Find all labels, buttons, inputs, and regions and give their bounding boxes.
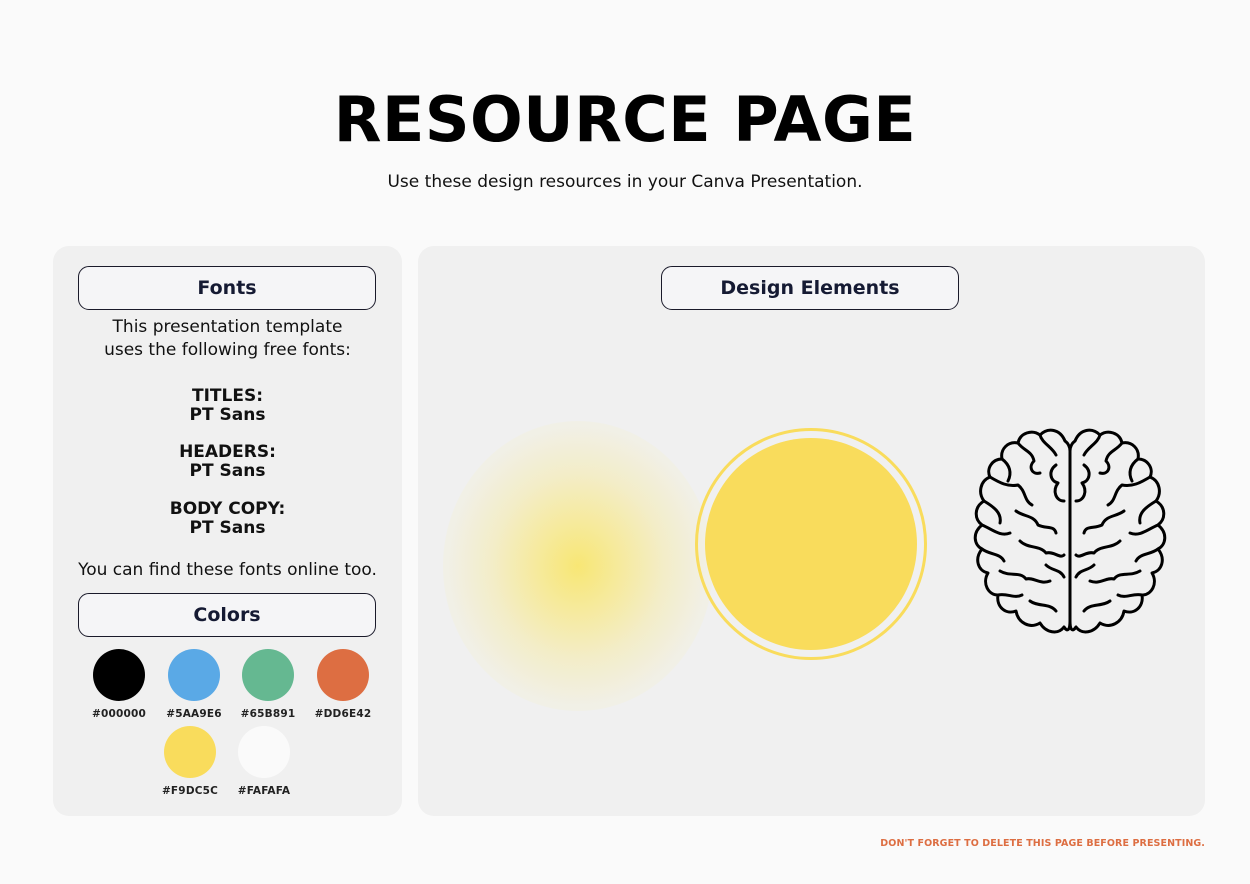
fonts-outro: You can find these fonts online too. bbox=[78, 560, 377, 580]
color-code: #F9DC5C bbox=[161, 785, 219, 797]
font-entry-label: BODY COPY: bbox=[169, 499, 286, 519]
yellow-glow-element bbox=[443, 421, 713, 711]
color-code: #000000 bbox=[91, 708, 147, 720]
color-circle bbox=[168, 649, 220, 701]
color-swatch: #FAFAFA bbox=[224, 726, 304, 797]
fonts-intro: This presentation template uses the foll… bbox=[53, 316, 402, 362]
color-circle bbox=[238, 726, 290, 778]
font-entry-titles: TITLES: PT Sans bbox=[53, 387, 402, 425]
color-code: #65B891 bbox=[240, 708, 296, 720]
font-entry-headers: HEADERS: PT Sans bbox=[53, 443, 402, 481]
fonts-header: Fonts bbox=[78, 266, 376, 310]
color-code: #FAFAFA bbox=[237, 785, 291, 797]
font-entry-body-copy: BODY COPY: PT Sans bbox=[53, 500, 402, 538]
page-title: RESOURCE PAGE bbox=[333, 83, 917, 156]
brain-icon bbox=[973, 428, 1167, 634]
color-circle bbox=[93, 649, 145, 701]
yellow-circle-element bbox=[705, 438, 917, 650]
color-swatch: #5AA9E6 bbox=[154, 649, 234, 720]
design-elements-panel: Design Elements bbox=[418, 246, 1205, 816]
color-swatch: #000000 bbox=[79, 649, 159, 720]
font-entry-font: PT Sans bbox=[189, 405, 266, 425]
color-circle bbox=[317, 649, 369, 701]
color-code: #5AA9E6 bbox=[166, 708, 222, 720]
color-code: #DD6E42 bbox=[314, 708, 372, 720]
fonts-intro-line-2: uses the following free fonts: bbox=[104, 340, 351, 360]
resource-page: RESOURCE PAGE Use these design resources… bbox=[0, 0, 1250, 884]
color-circle bbox=[164, 726, 216, 778]
font-entry-font: PT Sans bbox=[189, 518, 266, 538]
color-swatch: #F9DC5C bbox=[150, 726, 230, 797]
fonts-intro-line-1: This presentation template bbox=[112, 317, 343, 337]
font-entry-label: TITLES: bbox=[191, 386, 263, 406]
page-subtitle: Use these design resources in your Canva… bbox=[387, 172, 863, 192]
color-circle bbox=[242, 649, 294, 701]
color-swatch: #65B891 bbox=[228, 649, 308, 720]
design-elements-header: Design Elements bbox=[661, 266, 959, 310]
fonts-colors-panel: Fonts This presentation template uses th… bbox=[53, 246, 402, 816]
colors-header: Colors bbox=[78, 593, 376, 637]
font-entry-label: HEADERS: bbox=[179, 442, 276, 462]
footer-reminder: DON'T FORGET TO DELETE THIS PAGE BEFORE … bbox=[880, 838, 1205, 849]
font-entry-font: PT Sans bbox=[189, 461, 266, 481]
color-swatch: #DD6E42 bbox=[303, 649, 383, 720]
